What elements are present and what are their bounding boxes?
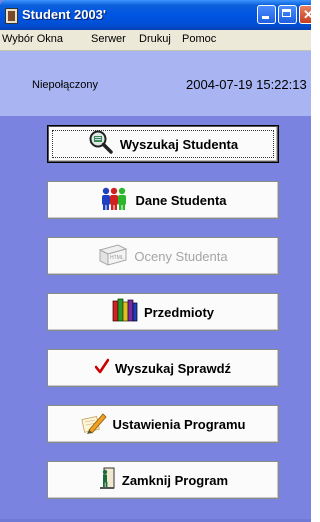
maximize-button[interactable] [278, 5, 297, 24]
magnifier-icon [88, 129, 114, 160]
button-label: Wyszukaj Studenta [119, 136, 239, 152]
button-label: Oceny Studenta [134, 248, 228, 264]
menu-drukuj[interactable]: Drukuj [139, 33, 171, 45]
connection-status: Niepołączony [32, 79, 99, 91]
subjects-button[interactable]: Przedmioty [47, 293, 279, 331]
people-icon [99, 186, 129, 215]
exit-door-icon [98, 466, 116, 495]
app-icon[interactable] [5, 8, 18, 24]
button-label: Dane Studenta [135, 192, 227, 208]
close-program-button[interactable]: Zamknij Program [47, 461, 279, 499]
minimize-button[interactable] [257, 5, 276, 24]
window-title: Student 2003' [22, 7, 107, 22]
search-check-button[interactable]: Wyszukaj Sprawdź [47, 349, 279, 387]
close-button[interactable] [299, 5, 311, 24]
button-label: Przedmioty [143, 304, 215, 320]
status-panel: Niepołączony 2004-07-19 15:22:13 [0, 51, 311, 116]
menu-wybor-okna[interactable]: Wybór Okna [2, 33, 63, 45]
search-student-button[interactable]: Wyszukaj Studenta [47, 125, 279, 163]
menu-pomoc[interactable]: Pomoc [182, 33, 216, 45]
datetime-display: 2004-07-19 15:22:13 [186, 77, 307, 92]
title-bar[interactable]: Student 2003' [0, 0, 311, 30]
books-icon [112, 297, 138, 328]
checkmark-icon [94, 358, 110, 379]
grades-icon: HTML [98, 242, 128, 271]
program-settings-button[interactable]: Ustawienia Programu [47, 405, 279, 443]
button-label: Ustawienia Programu [112, 416, 246, 432]
button-label: Wyszukaj Sprawdź [114, 360, 232, 376]
menu-bar: Wybór Okna Serwer Drukuj Pomoc [0, 30, 311, 51]
svg-text:HTML: HTML [110, 255, 124, 261]
button-label: Zamknij Program [121, 472, 229, 488]
student-data-button[interactable]: Dane Studenta [47, 181, 279, 219]
student-grades-button[interactable]: HTML Oceny Studenta [47, 237, 279, 275]
pencil-icon [80, 410, 107, 439]
menu-serwer[interactable]: Serwer [91, 33, 126, 45]
app-window: Student 2003' Wybór Okna Serwer Drukuj P… [0, 0, 311, 522]
